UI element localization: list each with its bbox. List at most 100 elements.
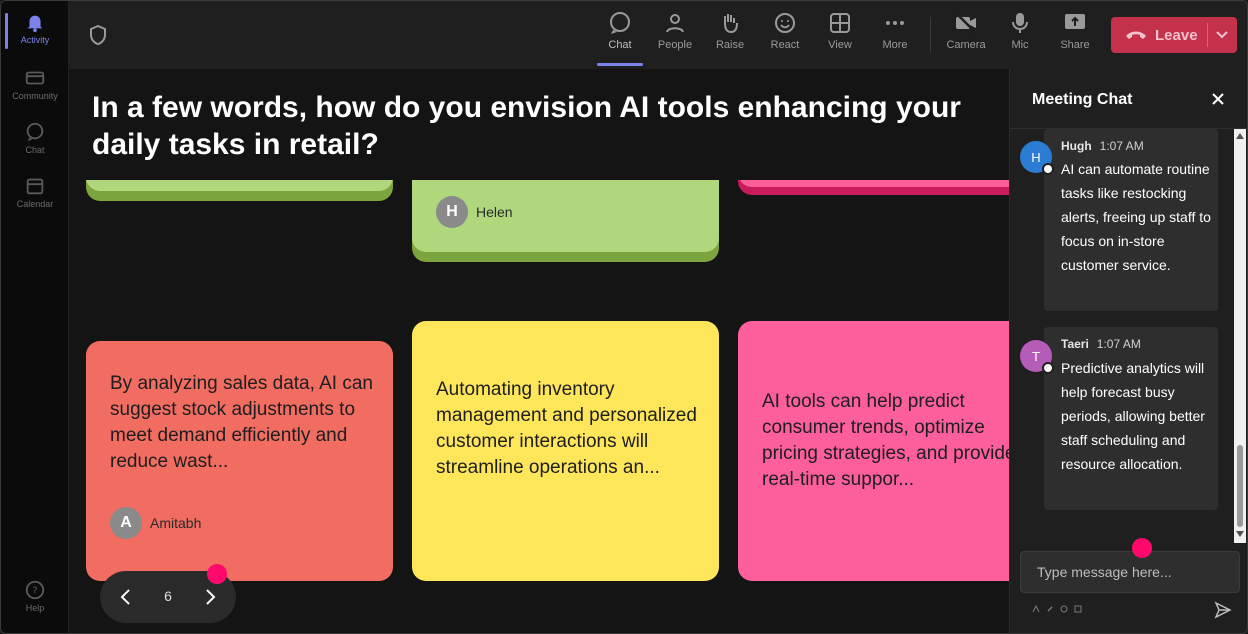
toolbar-people-button[interactable]: People [650, 11, 700, 51]
note-text: By analyzing sales data, AI can suggest … [110, 373, 373, 472]
author-name: Amitabh [150, 515, 202, 531]
author-name: Helen [476, 204, 513, 220]
message-meta: Taeri 1:07 AM [1061, 337, 1141, 351]
rail-label: Calendar [16, 199, 54, 209]
scroll-up-arrow[interactable] [1236, 133, 1244, 139]
meeting-toolbar: Chat People Raise React View More Camera [69, 1, 1247, 69]
rail-item-community[interactable]: Community [1, 67, 69, 101]
meeting-chat-panel: Meeting Chat Hugh 1:07 AM AI can automate… [1009, 69, 1247, 633]
avatar-initial: H [1031, 149, 1041, 165]
attach-icon[interactable] [1046, 605, 1054, 613]
camera-off-icon [956, 13, 976, 33]
toolbar-react-button[interactable]: React [760, 11, 810, 51]
more-icon [886, 21, 904, 25]
toolbar-label: Raise [715, 39, 745, 51]
avatar: H [436, 196, 468, 228]
rail-item-help[interactable]: ? Help [1, 579, 69, 613]
note-text: Automating inventory management and pers… [436, 379, 697, 478]
shield-icon[interactable] [89, 25, 107, 45]
chat-icon [26, 122, 44, 142]
toolbar-label: Mic [1011, 39, 1029, 51]
leave-button[interactable]: Leave [1111, 17, 1237, 53]
close-icon[interactable] [1210, 91, 1226, 107]
send-icon[interactable] [1214, 601, 1232, 619]
toolbar-more-button[interactable]: More [870, 11, 920, 51]
sender-name: Hugh [1061, 139, 1092, 153]
toolbar-label: More [882, 39, 908, 51]
toolbar-label: React [770, 39, 800, 51]
hang-up-icon [1126, 31, 1146, 39]
leave-label: Leave [1155, 26, 1198, 44]
emoji-icon[interactable] [1060, 605, 1068, 613]
avatar-initial: T [1032, 348, 1040, 364]
chevron-right-icon[interactable] [200, 587, 220, 607]
calendar-icon [26, 178, 44, 195]
chat-message: Taeri 1:07 AM Predictive analytics will h… [1044, 327, 1218, 510]
avatar: H [1020, 141, 1054, 175]
question-title: In a few words, how do you envision AI t… [92, 91, 961, 161]
toolbar-chat-button[interactable]: Chat [595, 11, 645, 66]
toolbar-separator [930, 17, 931, 53]
toolbar-label: View [828, 39, 852, 51]
sticky-note-yellow[interactable]: Automating inventory management and pers… [412, 321, 719, 581]
sticky-note-pink[interactable]: AI tools can help predict consumer trend… [738, 321, 1009, 581]
message-time: 1:07 AM [1096, 337, 1141, 351]
avatar: T [1020, 340, 1054, 374]
people-icon [666, 14, 684, 33]
chat-message: Hugh 1:07 AM AI can automate routine task… [1044, 129, 1218, 311]
note-text: AI tools can help predict consumer trend… [762, 391, 1009, 490]
view-icon [830, 13, 850, 33]
message-time: 1:07 AM [1099, 139, 1144, 153]
help-icon: ? [25, 580, 45, 600]
rail-item-calendar[interactable]: Calendar [1, 175, 69, 209]
notification-dot [1132, 538, 1152, 558]
status-indicator [1042, 163, 1054, 175]
message-text: Predictive analytics will help forecast … [1061, 360, 1205, 472]
react-icon [775, 13, 795, 33]
svg-text:?: ? [32, 586, 37, 597]
toolbar-label: Camera [946, 39, 986, 51]
sender-name: Taeri [1061, 337, 1089, 351]
rail-item-activity[interactable]: Activity [1, 11, 69, 49]
app-window: Activity Community Chat Calendar ? Help … [0, 0, 1248, 634]
rail-item-chat[interactable]: Chat [1, 121, 69, 155]
avatar: A [110, 507, 142, 539]
bell-icon [27, 15, 43, 33]
toolbar-camera-button[interactable]: Camera [941, 11, 991, 51]
toolbar-label: People [657, 39, 693, 51]
gif-icon[interactable] [1074, 605, 1082, 613]
chevron-down-icon[interactable] [1215, 29, 1229, 41]
sticky-note-amitabh[interactable]: By analyzing sales data, AI can suggest … [86, 341, 393, 581]
toolbar-label: Share [1060, 39, 1090, 51]
note-author: H Helen [436, 196, 513, 228]
format-icon[interactable] [1032, 605, 1040, 613]
toolbar-mic-button[interactable]: Mic [995, 11, 1045, 51]
message-meta: Hugh 1:07 AM [1061, 139, 1144, 153]
rail-label: Chat [25, 145, 45, 155]
mic-icon [1012, 13, 1028, 33]
rail-label: Activity [20, 35, 50, 45]
message-text: AI can automate routine tasks like resto… [1061, 161, 1211, 273]
community-icon [25, 71, 45, 85]
notification-dot [207, 564, 227, 584]
toolbar-raise-button[interactable]: Raise [705, 11, 755, 51]
chat-icon [610, 12, 630, 34]
scroll-down-arrow[interactable] [1236, 531, 1244, 537]
rail-label: Help [25, 603, 45, 613]
rail-label: Community [12, 91, 58, 101]
toolbar-share-button[interactable]: Share [1050, 11, 1100, 51]
note-author: A Amitabh [110, 507, 201, 539]
chat-message-input[interactable] [1020, 551, 1240, 593]
status-indicator [1042, 362, 1054, 374]
chevron-left-icon[interactable] [116, 587, 136, 607]
leave-divider [1207, 23, 1208, 47]
page-number: 6 [164, 588, 172, 604]
scrollbar-thumb[interactable] [1237, 445, 1243, 527]
left-rail: Activity Community Chat Calendar ? Help [1, 1, 69, 633]
brainstorm-board: H Helen In a few words, how do you envis… [69, 69, 1009, 633]
chat-title: Meeting Chat [1032, 91, 1133, 108]
raise-hand-icon [724, 14, 738, 34]
toolbar-view-button[interactable]: View [815, 11, 865, 51]
toolbar-label: Chat [608, 39, 632, 51]
share-icon [1065, 14, 1085, 29]
